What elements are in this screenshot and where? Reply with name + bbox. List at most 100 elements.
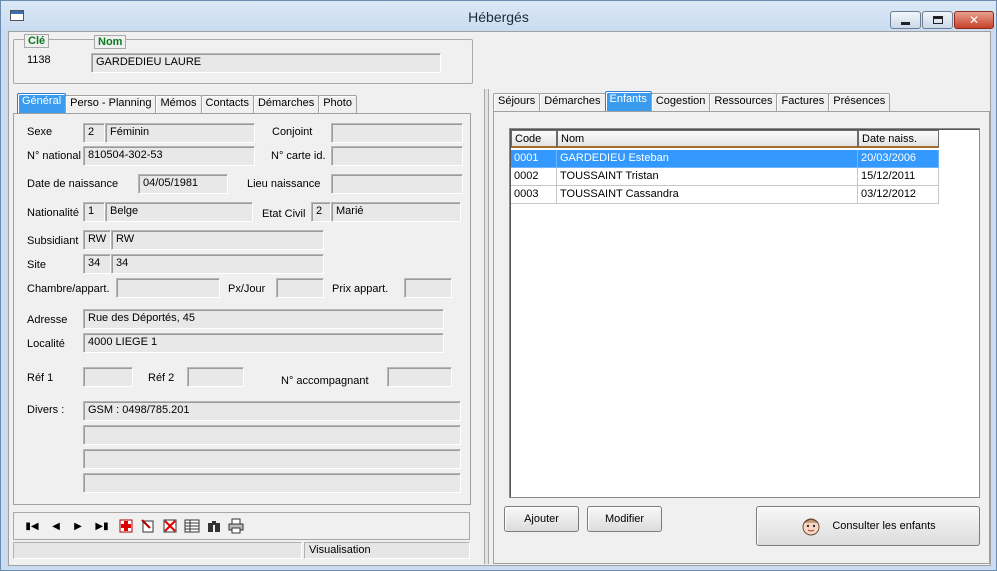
cell-date: 15/12/2011 <box>858 168 939 186</box>
etat-civil-label: Etat Civil <box>262 208 306 220</box>
table-row[interactable]: 0003 TOUSSAINT Cassandra 03/12/2012 <box>511 186 939 204</box>
delete-record-button[interactable] <box>162 518 178 534</box>
edit-record-button[interactable] <box>140 518 156 534</box>
consulter-enfants-button[interactable]: Consulter les enfants <box>756 506 980 546</box>
right-tab-strip: Séjours Démarches Enfants Cogestion Ress… <box>493 91 891 111</box>
table-row[interactable]: 0001 GARDEDIEU Esteban 20/03/2006 <box>511 150 939 168</box>
last-record-button[interactable]: ▶▮ <box>94 518 110 534</box>
window-title: Hébergés <box>468 9 529 25</box>
accompagnant-field[interactable] <box>387 367 452 387</box>
tab-perso-planning[interactable]: Perso - Planning <box>65 95 157 113</box>
tab-contacts[interactable]: Contacts <box>200 95 254 113</box>
search-button[interactable] <box>206 518 222 534</box>
print-button[interactable] <box>228 518 244 534</box>
prix-appart-label: Prix appart. <box>332 283 389 295</box>
subsidiant-code-field[interactable]: RW <box>83 230 111 250</box>
localite-label: Localité <box>27 338 65 350</box>
maximize-icon <box>932 16 943 24</box>
sexe-field[interactable]: Féminin <box>105 123 255 143</box>
tab-factures[interactable]: Factures <box>776 93 830 111</box>
chambre-label: Chambre/appart. <box>27 283 110 295</box>
etat-civil-code-field[interactable]: 2 <box>311 202 331 222</box>
next-icon: ▶ <box>74 520 82 532</box>
nationalite-field[interactable]: Belge <box>105 202 253 222</box>
divers-line-4[interactable] <box>83 473 461 493</box>
prev-record-button[interactable]: ◀ <box>48 518 64 534</box>
tab-right-demarches[interactable]: Démarches <box>539 93 606 111</box>
etat-civil-field[interactable]: Marié <box>331 202 461 222</box>
tab-general[interactable]: Général <box>17 93 67 113</box>
national-label: N° national <box>27 150 81 162</box>
minimize-button[interactable] <box>890 11 921 29</box>
close-icon: ✕ <box>968 13 980 27</box>
cell-nom: GARDEDIEU Esteban <box>557 150 858 168</box>
divers-line-1[interactable]: GSM : 0498/785.201 <box>83 401 461 421</box>
birthplace-field[interactable] <box>331 174 463 194</box>
title-bar[interactable]: Hébergés ✕ <box>1 1 996 31</box>
tab-enfants[interactable]: Enfants <box>604 91 652 111</box>
accompagnant-label: N° accompagnant <box>281 375 369 387</box>
first-record-button[interactable]: ▮◀ <box>24 518 40 534</box>
add-record-button[interactable] <box>118 518 134 534</box>
national-field[interactable]: 810504-302-53 <box>83 146 255 166</box>
localite-field[interactable]: 4000 LIEGE 1 <box>83 333 444 353</box>
sexe-label: Sexe <box>27 126 53 138</box>
column-date-naiss[interactable]: Date naiss. <box>858 130 939 148</box>
table-row[interactable]: 0002 TOUSSAINT Tristan 15/12/2011 <box>511 168 939 186</box>
tab-presences[interactable]: Présences <box>828 93 891 111</box>
tab-cogestion[interactable]: Cogestion <box>650 93 711 111</box>
add-record-icon <box>119 519 133 533</box>
site-label: Site <box>27 259 46 271</box>
list-view-button[interactable] <box>184 518 200 534</box>
prix-appart-field[interactable] <box>404 278 452 298</box>
tab-demarches[interactable]: Démarches <box>252 95 320 113</box>
conjoint-field[interactable] <box>331 123 463 143</box>
tab-photo[interactable]: Photo <box>318 95 357 113</box>
subsidiant-label: Subsidiant <box>27 235 79 247</box>
next-record-button[interactable]: ▶ <box>70 518 86 534</box>
tab-ressources[interactable]: Ressources <box>709 93 778 111</box>
cell-code: 0002 <box>511 168 557 186</box>
adresse-field[interactable]: Rue des Déportés, 45 <box>83 309 444 329</box>
tab-memos[interactable]: Mémos <box>155 95 202 113</box>
carte-id-field[interactable] <box>331 146 463 166</box>
carte-id-label: N° carte id. <box>271 150 326 162</box>
site-field[interactable]: 34 <box>111 254 324 274</box>
maximize-button[interactable] <box>922 11 953 29</box>
ajouter-button[interactable]: Ajouter <box>504 506 579 532</box>
modifier-button[interactable]: Modifier <box>587 506 662 532</box>
name-field[interactable]: GARDEDIEU LAURE <box>91 53 441 73</box>
px-jour-field[interactable] <box>276 278 324 298</box>
child-face-icon <box>802 518 820 536</box>
divers-line-3[interactable] <box>83 449 461 469</box>
key-value: 1138 <box>27 54 51 66</box>
subsidiant-field[interactable]: RW <box>111 230 324 250</box>
delete-record-icon <box>163 519 177 533</box>
birthplace-label: Lieu naissance <box>247 178 321 190</box>
conjoint-label: Conjoint <box>272 126 313 138</box>
name-label: Nom <box>94 35 127 49</box>
column-code[interactable]: Code <box>511 130 557 148</box>
ref1-field[interactable] <box>83 367 133 387</box>
panel-splitter[interactable] <box>484 89 489 564</box>
tab-sejours[interactable]: Séjours <box>493 93 541 111</box>
close-button[interactable]: ✕ <box>954 11 994 29</box>
birth-date-field[interactable]: 04/05/1981 <box>138 174 228 194</box>
first-icon: ▮◀ <box>25 520 39 532</box>
cell-nom: TOUSSAINT Cassandra <box>557 186 858 204</box>
divers-line-2[interactable] <box>83 425 461 445</box>
site-code-field[interactable]: 34 <box>83 254 111 274</box>
nationalite-code-field[interactable]: 1 <box>83 202 105 222</box>
chambre-field[interactable] <box>116 278 220 298</box>
prev-icon: ◀ <box>52 520 60 532</box>
column-nom[interactable]: Nom <box>557 130 858 148</box>
cell-code: 0001 <box>511 150 557 168</box>
adresse-label: Adresse <box>27 314 68 326</box>
children-grid[interactable]: Code Nom Date naiss. 0001 GARDEDIEU Este… <box>509 128 980 498</box>
sexe-code-field[interactable]: 2 <box>83 123 105 143</box>
ref2-field[interactable] <box>187 367 244 387</box>
cell-nom: TOUSSAINT Tristan <box>557 168 858 186</box>
nationalite-label: Nationalité <box>27 207 79 219</box>
last-icon: ▶▮ <box>95 520 109 532</box>
cell-code: 0003 <box>511 186 557 204</box>
